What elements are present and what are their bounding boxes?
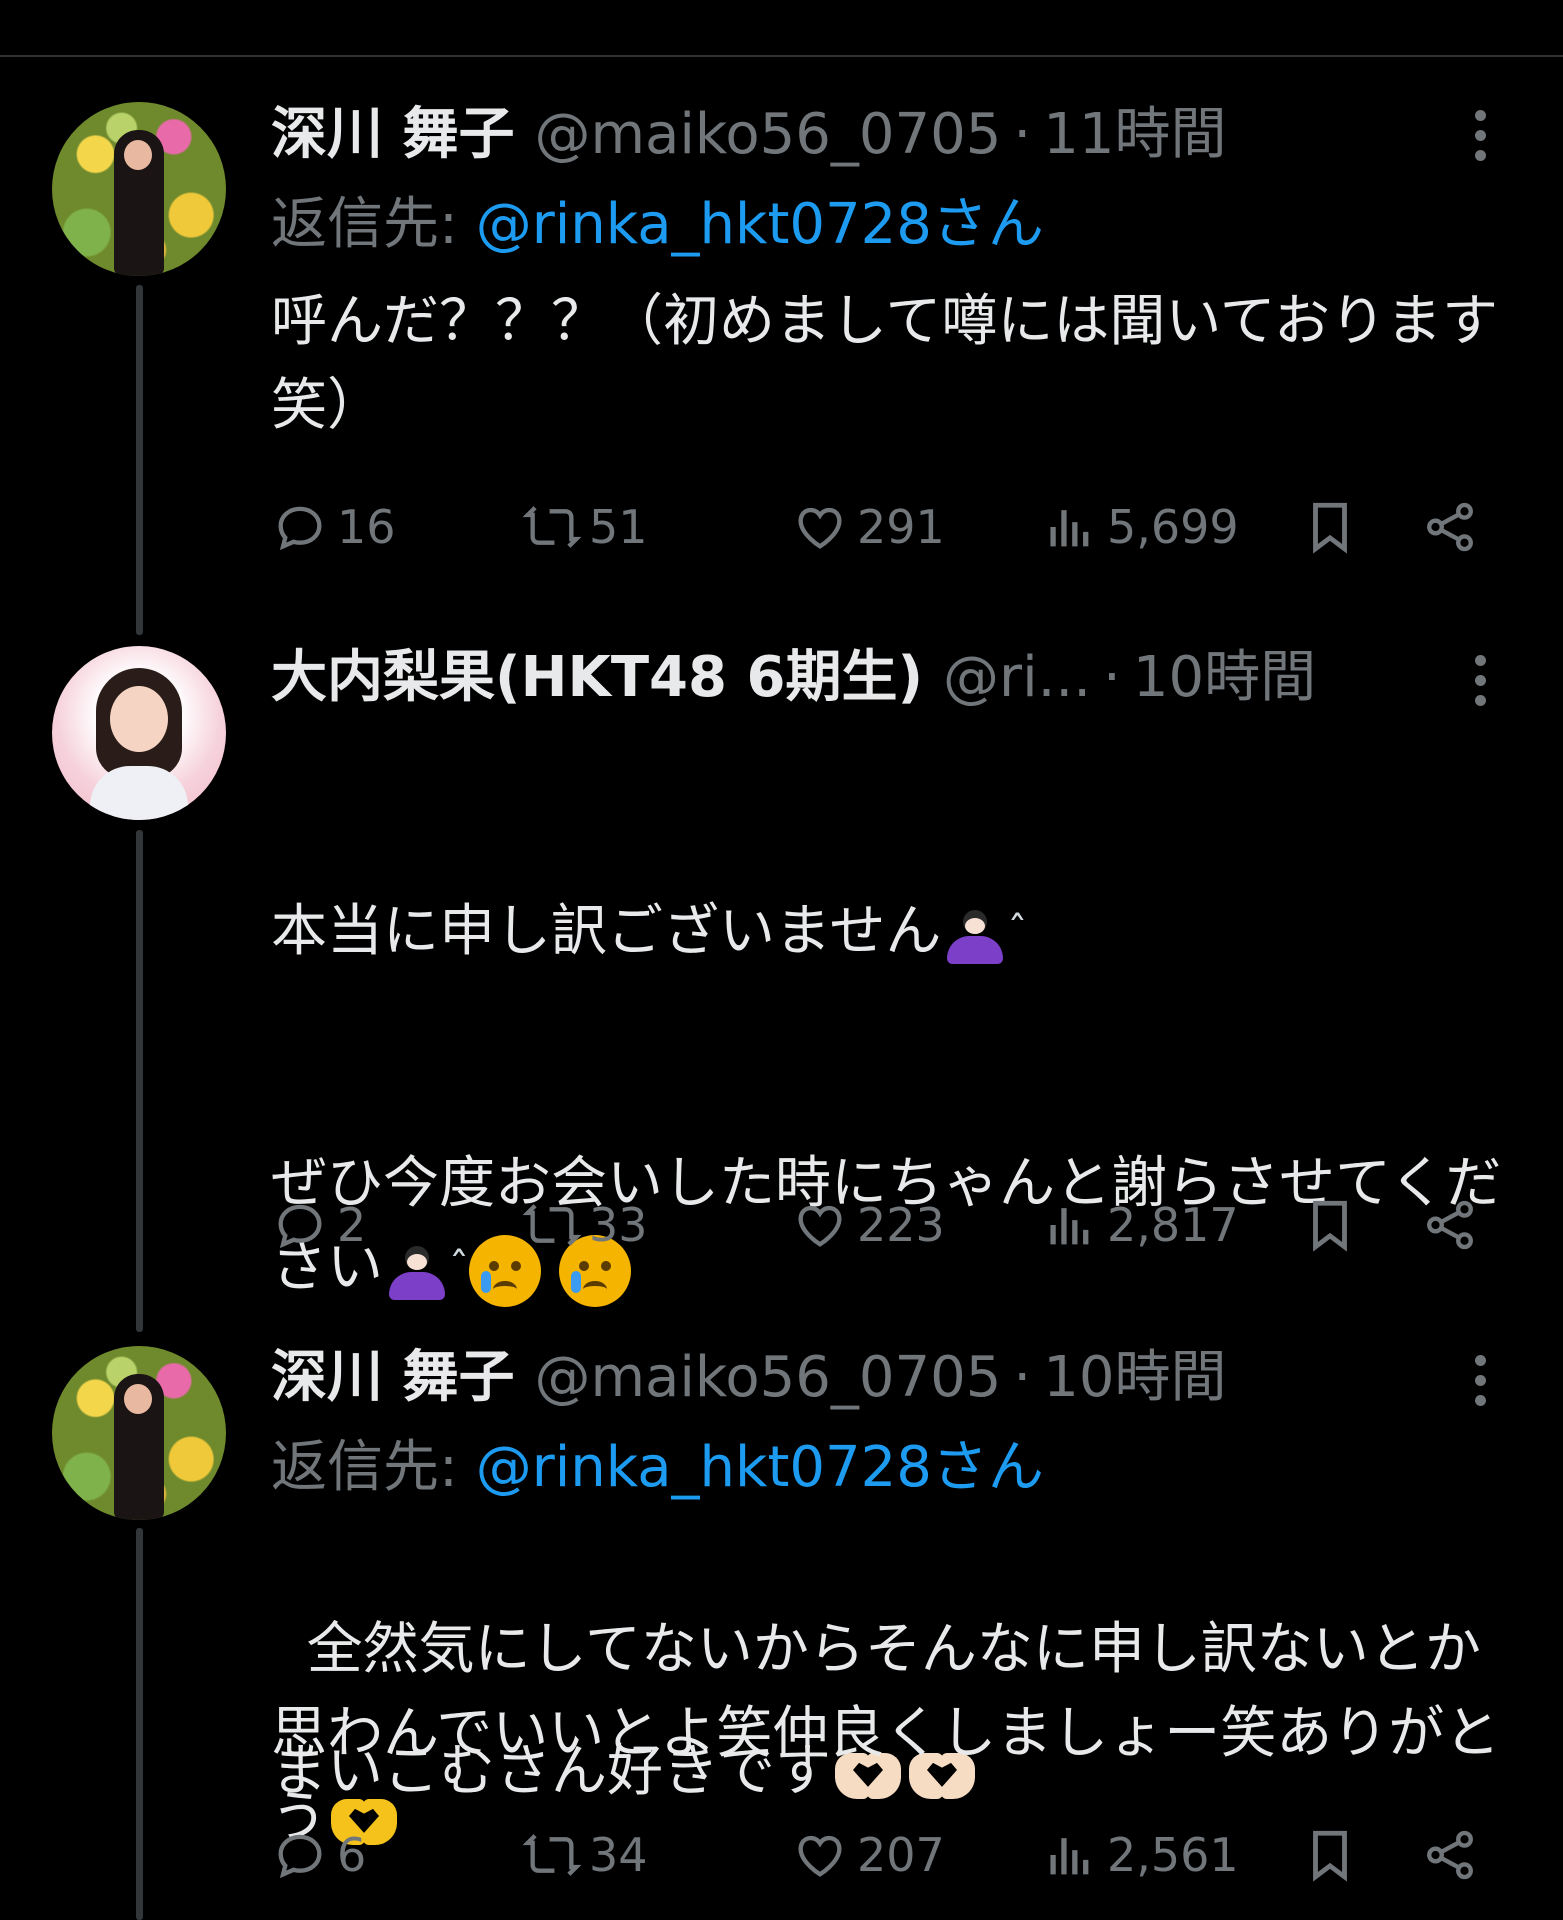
- views-count: 5,699: [1107, 500, 1239, 554]
- share-icon: [1427, 1830, 1473, 1880]
- reply-to: 返信先: @rinka_hkt0728さん: [271, 185, 1044, 265]
- thread-line: [136, 830, 143, 1332]
- tweet-header: 大内梨果(HKT48 6期生) @ri... · 10時間: [271, 638, 1316, 718]
- tweet-actions: 6 34 207 2,561: [271, 1820, 1501, 1890]
- tweet-header: 深川 舞子 @maiko56_0705 · 11時間: [271, 95, 1226, 175]
- display-name[interactable]: 深川 舞子: [271, 1338, 515, 1418]
- thread-line: [136, 285, 143, 635]
- retweet-button[interactable]: 33: [523, 1190, 648, 1260]
- retweet-icon: [523, 506, 581, 548]
- share-icon: [1427, 1200, 1473, 1250]
- timestamp[interactable]: 10時間: [1043, 1338, 1226, 1418]
- like-count: 223: [857, 1198, 945, 1252]
- retweet-count: 51: [589, 500, 648, 554]
- retweet-count: 33: [589, 1198, 648, 1252]
- views-count: 2,561: [1107, 1828, 1239, 1882]
- more-icon[interactable]: [1462, 655, 1498, 706]
- reply-icon: [278, 1204, 322, 1249]
- bookmark-icon: [1313, 1830, 1347, 1882]
- tweet-text-line: 全然気にしてないからそんなに申し訳ないとか思わんでいいとよ笑仲良くしましょー笑あ…: [271, 1617, 1501, 1850]
- separator-dot: ·: [1013, 102, 1032, 167]
- tweet-actions: 16 51 291 5,699: [271, 492, 1501, 562]
- user-handle[interactable]: @maiko56_0705: [535, 95, 1002, 175]
- share-button[interactable]: [1421, 1190, 1487, 1260]
- retweet-icon: [523, 1204, 581, 1246]
- views-icon: [1050, 1208, 1089, 1245]
- avatar[interactable]: [52, 102, 226, 276]
- share-icon: [1427, 502, 1473, 552]
- bookmark-button[interactable]: [1301, 1820, 1367, 1890]
- tweet-text-line: 本当に申し訳ございません: [271, 899, 942, 964]
- reply-to-label: 返信先:: [271, 192, 458, 257]
- display-name[interactable]: 深川 舞子: [271, 95, 515, 175]
- avatar[interactable]: [52, 646, 226, 820]
- like-count: 291: [857, 500, 945, 554]
- user-handle[interactable]: @ri...: [943, 638, 1091, 718]
- views-button[interactable]: 2,817: [1041, 1190, 1239, 1260]
- reply-to: 返信先: @rinka_hkt0728さん: [271, 1428, 1044, 1508]
- thread-line: [136, 1528, 143, 1920]
- reply-button[interactable]: 2: [271, 1190, 366, 1260]
- views-button[interactable]: 2,561: [1041, 1820, 1239, 1890]
- sweat-mark: ˆ: [1007, 909, 1028, 955]
- person-bowing-emoji-icon: [941, 902, 1007, 968]
- user-handle[interactable]: @maiko56_0705: [535, 1338, 1002, 1418]
- more-icon[interactable]: [1462, 1355, 1498, 1406]
- like-button[interactable]: 207: [791, 1820, 945, 1890]
- reply-icon: [278, 506, 322, 551]
- bookmark-button[interactable]: [1301, 1190, 1367, 1260]
- reply-mention-link[interactable]: @rinka_hkt0728さん: [476, 192, 1044, 257]
- like-button[interactable]: 223: [791, 1190, 945, 1260]
- bookmark-button[interactable]: [1301, 492, 1367, 562]
- views-icon: [1050, 1838, 1089, 1875]
- tweet-text: 呼んだ？？？（初めまして噂には聞いております笑）: [271, 289, 1498, 438]
- top-divider: [0, 55, 1563, 57]
- reply-button[interactable]: 6: [271, 1820, 366, 1890]
- like-count: 207: [857, 1828, 945, 1882]
- reply-count: 16: [337, 500, 396, 554]
- retweet-count: 34: [589, 1828, 648, 1882]
- separator-dot: ·: [1103, 645, 1121, 710]
- reply-button[interactable]: 16: [271, 492, 396, 562]
- bookmark-icon: [1313, 502, 1347, 554]
- reply-mention-link[interactable]: @rinka_hkt0728さん: [476, 1435, 1044, 1500]
- separator-dot: ·: [1013, 1345, 1032, 1410]
- like-icon: [798, 1205, 842, 1247]
- retweet-button[interactable]: 51: [523, 492, 648, 562]
- display-name[interactable]: 大内梨果(HKT48 6期生): [271, 638, 923, 718]
- views-icon: [1050, 510, 1089, 547]
- share-button[interactable]: [1421, 492, 1487, 562]
- views-button[interactable]: 5,699: [1041, 492, 1239, 562]
- share-button[interactable]: [1421, 1820, 1487, 1890]
- like-icon: [798, 1835, 842, 1877]
- reply-to-label: 返信先:: [271, 1435, 458, 1500]
- timestamp[interactable]: 10時間: [1133, 638, 1316, 718]
- tweet-header: 深川 舞子 @maiko56_0705 · 10時間: [271, 1338, 1226, 1418]
- like-button[interactable]: 291: [791, 492, 945, 562]
- bookmark-icon: [1313, 1200, 1347, 1252]
- timestamp[interactable]: 11時間: [1043, 95, 1226, 175]
- avatar[interactable]: [52, 1346, 226, 1520]
- retweet-icon: [523, 1834, 581, 1876]
- reply-count: 6: [337, 1828, 367, 1882]
- like-icon: [798, 507, 842, 549]
- tweet-text: 全然気にしてないからそんなに申し訳ないとか思わんでいいとよ笑仲良くしましょー笑あ…: [271, 1524, 1511, 1860]
- reply-count: 2: [337, 1198, 367, 1252]
- more-icon[interactable]: [1462, 110, 1498, 161]
- reply-icon: [278, 1834, 322, 1879]
- retweet-button[interactable]: 34: [523, 1820, 648, 1890]
- tweet-actions: 2 33 223 2,817: [271, 1190, 1501, 1260]
- views-count: 2,817: [1107, 1198, 1239, 1252]
